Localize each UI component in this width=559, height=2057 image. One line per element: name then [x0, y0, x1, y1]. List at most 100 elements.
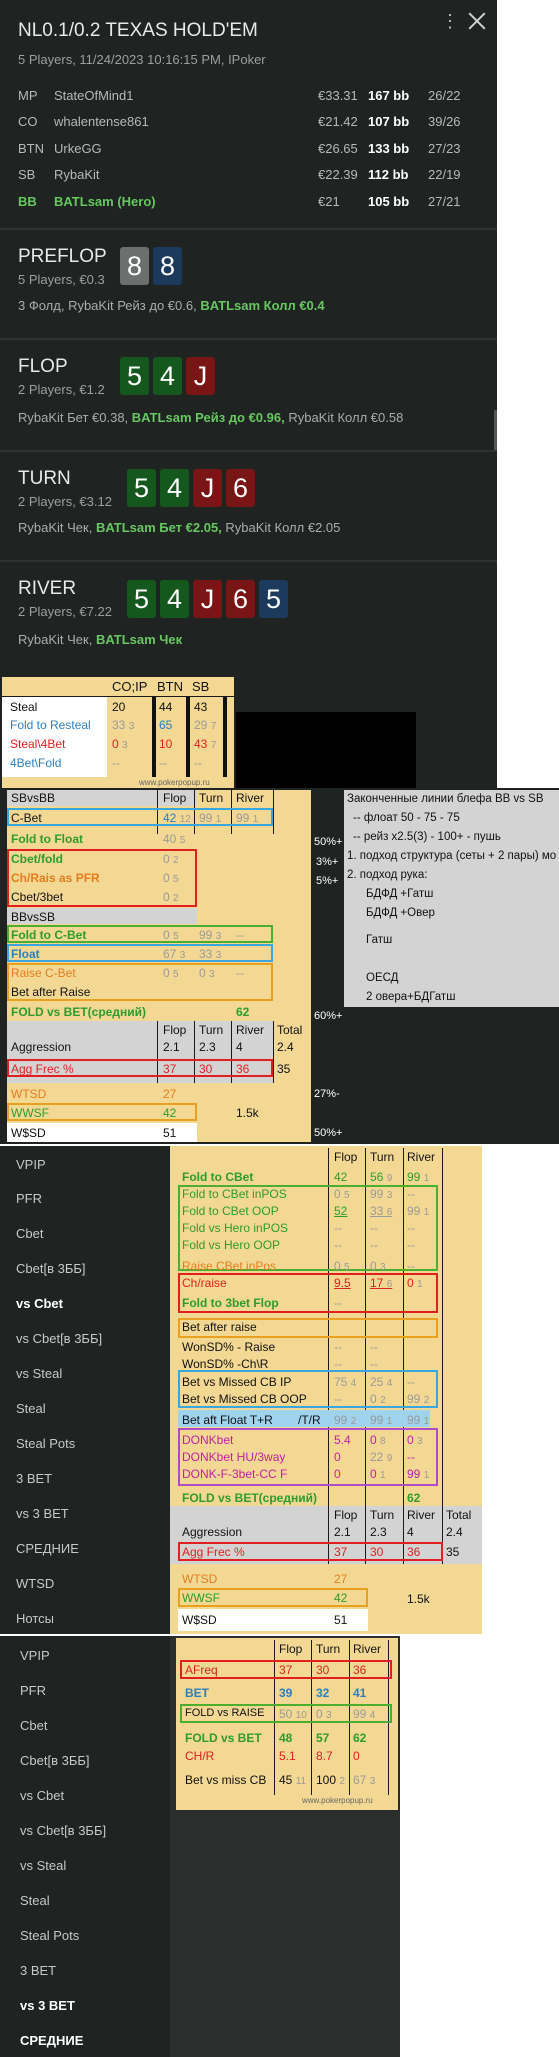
stat-value: 45 11: [279, 1773, 307, 1787]
player-bb: 133 bb: [368, 141, 410, 156]
stat-value: --: [159, 756, 167, 770]
stat-label: AFreq: [185, 1663, 218, 1677]
stat-value: 27: [163, 1087, 177, 1101]
stat-value: 99 1: [236, 811, 259, 825]
nav-steal-pots[interactable]: Steal Pots: [20, 1928, 79, 1943]
stat-value: 33 6: [370, 1204, 393, 1218]
nav-cbet-3bb[interactable]: Cbet[в 3ББ]: [16, 1261, 86, 1276]
stat-value: 0 3: [407, 1433, 423, 1447]
nav-vs-cbet-3bb[interactable]: vs Cbet[в 3ББ]: [20, 1823, 106, 1838]
player-row: BTN UrkeGG €26.65 133 bb 27/23: [0, 137, 497, 161]
card: 8: [120, 247, 149, 285]
stat-value: --: [334, 1221, 342, 1235]
nav-cbet[interactable]: Cbet: [20, 1718, 47, 1733]
stat-value: --: [194, 756, 202, 770]
hero-row: BB BATLsam (Hero) €21 105 bb 27/21: [0, 190, 497, 214]
col-header: Flop: [279, 1642, 303, 1656]
stat-label: Fold to CBet: [182, 1170, 254, 1184]
nav-vs-cbet[interactable]: vs Cbet: [20, 1788, 64, 1803]
stat-value: 99 3: [199, 928, 222, 942]
player-name[interactable]: whalentense861: [54, 114, 149, 129]
stat-value: 35: [446, 1545, 460, 1559]
stat-value: 62: [353, 1731, 367, 1745]
nav-vs-steal[interactable]: vs Steal: [20, 1858, 66, 1873]
stat-value: 0 5: [163, 928, 179, 942]
nav-cbet[interactable]: Cbet: [16, 1226, 43, 1241]
scrollbar[interactable]: [494, 410, 497, 450]
player-name[interactable]: UrkeGG: [54, 141, 102, 156]
player-name[interactable]: StateOfMind1: [54, 88, 134, 103]
stat-value: 37: [334, 1545, 348, 1559]
stat-value: 40 5: [163, 832, 186, 846]
nav-pfr[interactable]: PFR: [20, 1683, 46, 1698]
player-position: BB: [18, 194, 37, 209]
street-actions: 3 Фолд, RybaKit Рейз до €0.6, BATLsam Ко…: [18, 298, 325, 313]
vs-cbet-panel: Flop Turn River Bet aft Float T+R /T/R F…: [170, 1146, 482, 1634]
stat-value: 2.4: [277, 1040, 294, 1054]
hand-subtitle: 5 Players, 11/24/2023 10:16:15 PM, IPoke…: [18, 52, 266, 67]
note-line: ОЕСД: [366, 972, 399, 984]
player-position: CO: [18, 114, 38, 129]
stat-value: 4: [407, 1525, 414, 1539]
stat-value: 42: [163, 1106, 177, 1120]
hand-title: NL0.1/0.2 TEXAS HOLD'EM: [18, 20, 258, 41]
stat-value: 36: [236, 1062, 250, 1076]
pct-marker: 3%+: [316, 856, 339, 868]
col-header: Total: [446, 1508, 472, 1522]
stat-value: --: [112, 756, 120, 770]
divider: [0, 338, 497, 340]
stat-label: Fold to C-Bet: [11, 928, 87, 942]
stat-label: WonSD% - Raise: [182, 1340, 276, 1354]
more-options-icon[interactable]: ⋮: [440, 10, 460, 32]
nav-3bet[interactable]: 3 BET: [16, 1471, 52, 1486]
card: 5: [127, 580, 156, 618]
stat-value: --: [407, 1450, 415, 1464]
card: 4: [160, 580, 189, 618]
player-name[interactable]: RybaKit: [54, 167, 100, 182]
nav-3bet[interactable]: 3 BET: [20, 1963, 56, 1978]
stats-nav-2: VPIP PFR Cbet Cbet[в 3ББ] vs Cbet vs Cbe…: [0, 1636, 170, 2057]
hand-history-panel: NL0.1/0.2 TEXAS HOLD'EM 5 Players, 11/24…: [0, 0, 497, 788]
nav-vs-3bet[interactable]: vs 3 BET: [20, 1998, 75, 2013]
nav-vs-cbet-3bb[interactable]: vs Cbet[в 3ББ]: [16, 1331, 102, 1346]
nav-steal-pots[interactable]: Steal Pots: [16, 1436, 75, 1451]
stat-value: --: [334, 1296, 342, 1310]
nav-averages[interactable]: СРЕДНИЕ: [20, 2033, 83, 2048]
close-icon[interactable]: [464, 8, 490, 34]
nav-vpip[interactable]: VPIP: [20, 1648, 50, 1663]
player-position: SB: [18, 167, 36, 182]
col-header: SB: [192, 679, 210, 694]
stat-label: Agg Frec %: [182, 1545, 245, 1559]
pct-marker: 50%+: [314, 1127, 343, 1139]
nav-vs-3bet[interactable]: vs 3 BET: [16, 1506, 69, 1521]
section-title: BBvsSB: [11, 910, 56, 924]
nav-vs-cbet[interactable]: vs Cbet: [16, 1296, 63, 1311]
stat-value: 0 5: [163, 966, 179, 980]
nav-wtsd[interactable]: WTSD: [16, 1576, 54, 1591]
player-position: BTN: [18, 141, 44, 156]
card: 5: [259, 580, 288, 618]
nav-cbet-3bb[interactable]: Cbet[в 3ББ]: [20, 1753, 90, 1768]
stat-label: W$SD: [11, 1126, 46, 1140]
note-line: -- рейз x2.5(3) - 100+ - пушь: [353, 831, 501, 843]
col-header: Turn: [199, 1023, 224, 1037]
nav-averages[interactable]: СРЕДНИЕ: [16, 1541, 79, 1556]
nav-vs-steal[interactable]: vs Steal: [16, 1366, 62, 1381]
nav-pfr[interactable]: PFR: [16, 1191, 42, 1206]
nav-vpip[interactable]: VPIP: [16, 1157, 46, 1172]
nav-steal[interactable]: Steal: [16, 1401, 46, 1416]
stat-value: 33 3: [112, 718, 135, 732]
stat-label: Float: [11, 947, 40, 961]
stat-label: WonSD% -Ch\R: [182, 1357, 269, 1371]
stat-value: 65: [159, 718, 173, 732]
nav-steal[interactable]: Steal: [20, 1893, 50, 1908]
nav-notes[interactable]: Нотсы: [16, 1611, 54, 1626]
stat-label: Fold vs Hero inPOS: [182, 1221, 289, 1235]
note-line: -- флоат 50 - 75 - 75: [353, 812, 460, 824]
player-name[interactable]: BATLsam (Hero): [54, 194, 156, 209]
col-header: River: [407, 1508, 436, 1522]
player-stack: €22.39: [318, 167, 358, 182]
stat-value: --: [407, 1259, 415, 1273]
stat-label: WTSD: [11, 1087, 47, 1101]
stat-label: Cbet/3bet: [11, 890, 64, 904]
